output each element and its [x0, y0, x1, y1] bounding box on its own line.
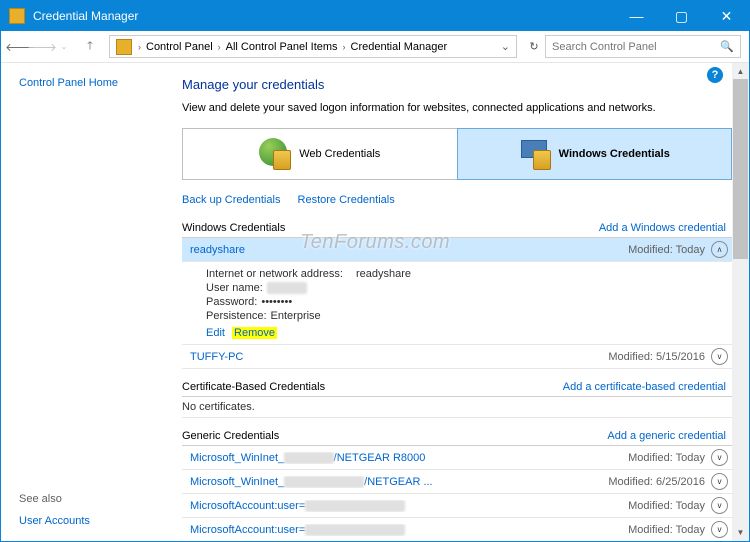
credential-modified: Modified: Today — [628, 524, 705, 536]
chevron-right-icon: › — [216, 42, 223, 52]
backup-credentials-link[interactable]: Back up Credentials — [182, 194, 280, 206]
breadcrumb[interactable]: Credential Manager — [348, 41, 451, 53]
tab-label: Web Credentials — [299, 148, 380, 160]
maximize-button[interactable]: ▢ — [659, 1, 704, 31]
breadcrumb[interactable]: Control Panel — [143, 41, 216, 53]
chevron-right-icon: › — [341, 42, 348, 52]
credential-detail: Internet or network address:readyshare U… — [182, 262, 732, 345]
credential-row[interactable]: MicrosoftAccount:user=xxxxxxxxxxxxxx Mod… — [182, 518, 732, 541]
section-label: Windows Credentials — [182, 222, 285, 234]
credential-name: Microsoft_WinInet_xxxxxxxxx/NETGEAR R800… — [190, 452, 628, 464]
search-box[interactable]: 🔍 — [545, 35, 741, 58]
search-input[interactable] — [552, 41, 720, 53]
nav-bar: 🡐 🡒 ⌄ 🡑 › Control Panel › All Control Pa… — [1, 31, 749, 63]
detail-address-label: Internet or network address: — [206, 268, 356, 280]
detail-username-label: User name: — [206, 282, 263, 294]
credential-modified: Modified: Today — [628, 452, 705, 464]
credential-modified: Modified: 5/15/2016 — [608, 351, 705, 363]
chevron-down-icon[interactable]: v — [711, 348, 728, 365]
detail-username-value: xxxxx — [267, 282, 307, 294]
close-button[interactable]: ✕ — [704, 1, 749, 31]
scroll-up-icon[interactable]: ▲ — [732, 63, 749, 80]
page-subtitle: View and delete your saved logon informa… — [182, 102, 732, 114]
control-panel-home-link[interactable]: Control Panel Home — [19, 77, 166, 89]
no-certificates-text: No certificates. — [182, 397, 732, 418]
credential-name: MicrosoftAccount:user=xxxxxxxxxxxxxx — [190, 500, 628, 512]
chevron-up-icon[interactable]: ʌ — [711, 241, 728, 258]
forward-button[interactable]: 🡒 — [31, 36, 53, 58]
credential-modified: Modified: Today — [628, 244, 705, 256]
monitor-vault-icon — [519, 138, 551, 170]
scroll-down-icon[interactable]: ▼ — [732, 524, 749, 541]
detail-persistence-label: Persistence: — [206, 310, 267, 322]
chevron-down-icon[interactable]: v — [711, 473, 728, 490]
credential-modified: Modified: 6/25/2016 — [608, 476, 705, 488]
recent-dropdown[interactable]: ⌄ — [53, 36, 75, 58]
chevron-down-icon[interactable]: v — [711, 521, 728, 538]
section-label: Certificate-Based Credentials — [182, 381, 325, 393]
edit-credential-link[interactable]: Edit — [206, 327, 225, 339]
tab-web-credentials[interactable]: Web Credentials — [182, 128, 457, 180]
chevron-right-icon: › — [136, 42, 143, 52]
chevron-down-icon[interactable]: v — [711, 497, 728, 514]
certificate-credentials-section: Certificate-Based Credentials Add a cert… — [182, 379, 732, 418]
chevron-down-icon[interactable]: v — [711, 449, 728, 466]
vertical-scrollbar[interactable]: ▲ ▼ — [732, 63, 749, 541]
add-windows-credential-link[interactable]: Add a Windows credential — [599, 222, 732, 234]
credential-row[interactable]: MicrosoftAccount:user=xxxxxxxxxxxxxx Mod… — [182, 494, 732, 518]
credential-row[interactable]: Microsoft_WinInet_xxxxxxxxxxxxxx/NETGEAR… — [182, 470, 732, 494]
up-button[interactable]: 🡑 — [79, 36, 101, 58]
credential-modified: Modified: Today — [628, 500, 705, 512]
credential-name: readyshare — [190, 244, 628, 256]
tab-label: Windows Credentials — [559, 148, 670, 160]
search-icon[interactable]: 🔍 — [720, 40, 734, 53]
add-certificate-credential-link[interactable]: Add a certificate-based credential — [563, 381, 732, 393]
tab-windows-credentials[interactable]: Windows Credentials — [457, 128, 733, 180]
title-bar: Credential Manager — ▢ ✕ — [1, 1, 749, 31]
left-pane: Control Panel Home See also User Account… — [1, 63, 176, 541]
windows-credentials-section: Windows Credentials Add a Windows creden… — [182, 220, 732, 369]
section-label: Generic Credentials — [182, 430, 279, 442]
refresh-button[interactable]: ↻ — [523, 40, 545, 53]
user-accounts-link[interactable]: User Accounts — [19, 515, 90, 527]
detail-password-value: •••••••• — [261, 296, 292, 308]
restore-credentials-link[interactable]: Restore Credentials — [298, 194, 395, 206]
globe-vault-icon — [259, 138, 291, 170]
content-pane: Manage your credentials View and delete … — [176, 63, 732, 541]
app-icon — [9, 8, 25, 24]
add-generic-credential-link[interactable]: Add a generic credential — [607, 430, 732, 442]
credential-row[interactable]: TUFFY-PC Modified: 5/15/2016 v — [182, 345, 732, 369]
credential-row[interactable]: readyshare Modified: Today ʌ — [182, 238, 732, 262]
detail-address-value: readyshare — [356, 268, 411, 280]
remove-credential-link[interactable]: Remove — [232, 327, 277, 339]
credential-tabs: Web Credentials Windows Credentials — [182, 128, 732, 180]
page-title: Manage your credentials — [182, 77, 732, 92]
window-title: Credential Manager — [33, 9, 614, 23]
detail-password-label: Password: — [206, 296, 257, 308]
credential-name: Microsoft_WinInet_xxxxxxxxxxxxxx/NETGEAR… — [190, 476, 608, 488]
breadcrumb[interactable]: All Control Panel Items — [223, 41, 341, 53]
credential-name: MicrosoftAccount:user=xxxxxxxxxxxxxx — [190, 524, 628, 536]
scroll-thumb[interactable] — [733, 79, 748, 259]
credential-name: TUFFY-PC — [190, 351, 608, 363]
address-bar[interactable]: › Control Panel › All Control Panel Item… — [109, 35, 517, 58]
see-also-label: See also — [19, 493, 90, 505]
address-dropdown-icon[interactable]: ⌄ — [497, 40, 514, 53]
help-icon[interactable]: ? — [707, 67, 723, 83]
detail-persistence-value: Enterprise — [271, 310, 321, 322]
generic-credentials-section: Generic Credentials Add a generic creden… — [182, 428, 732, 541]
address-icon — [116, 39, 132, 55]
main-area: Control Panel Home See also User Account… — [1, 63, 749, 541]
credential-row[interactable]: Microsoft_WinInet_xxxxxxxxx/NETGEAR R800… — [182, 446, 732, 470]
minimize-button[interactable]: — — [614, 1, 659, 31]
